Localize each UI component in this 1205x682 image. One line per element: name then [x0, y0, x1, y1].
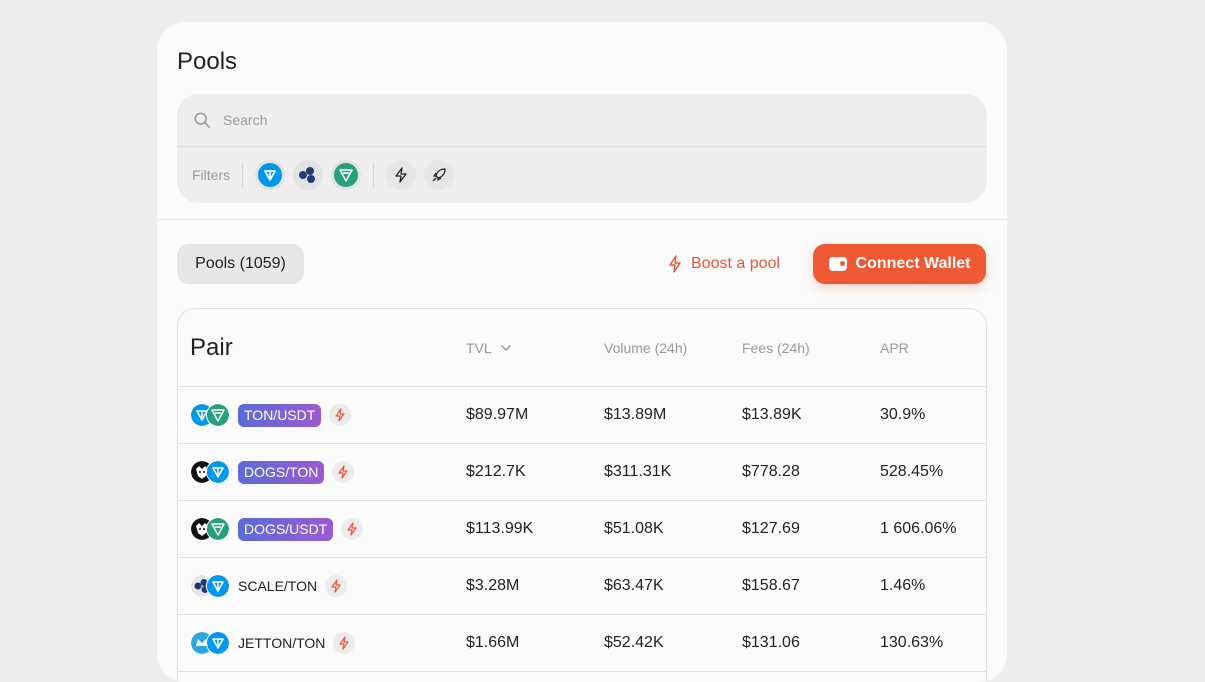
- bolt-icon: [335, 408, 345, 422]
- pair-tag: DOGS/USDT: [238, 517, 334, 541]
- table-row[interactable]: SCALE/TON $3.28M $63.47K $158.67 1.46%: [178, 558, 986, 615]
- pools-card: Pools Filters: [157, 22, 1007, 682]
- table-row[interactable]: JETTON/TON $1.66M $52.42K $131.06 130.63…: [178, 615, 986, 672]
- column-header-tvl[interactable]: TVL: [466, 309, 512, 386]
- filter-new-button[interactable]: [424, 160, 455, 190]
- column-header-volume: Volume (24h): [604, 339, 688, 356]
- column-header-fees: Fees (24h): [742, 339, 810, 356]
- fees-cell: $778.28: [742, 463, 800, 480]
- filter-usdt-button[interactable]: [331, 160, 362, 190]
- fees-cell: $158.67: [742, 577, 800, 594]
- search-icon: [194, 112, 211, 129]
- table-row[interactable]: DOGS/USDT $113.99K $51.08K $127.69 1 606…: [178, 501, 986, 558]
- pools-table: Pair TVL Volume (24h) Fees (24h) APR TON…: [177, 308, 987, 682]
- tvl-cell: $89.97M: [466, 406, 529, 423]
- bolt-icon: [338, 465, 349, 479]
- bolt-icon: [669, 255, 681, 273]
- boosted-badge: [325, 575, 348, 597]
- token-icons: [190, 460, 230, 484]
- pair-name: SCALE/TON: [238, 578, 318, 594]
- fees-cell: $13.89K: [742, 406, 802, 423]
- boosted-badge: [329, 404, 352, 426]
- token-icons: [190, 574, 230, 598]
- filter-ton-button[interactable]: [255, 160, 286, 190]
- pair-name: JETTON/TON: [238, 635, 326, 651]
- apr-cell: 30.9%: [880, 406, 926, 423]
- pair-cell: DOGS/USDT: [190, 501, 364, 557]
- apr-cell: 1 606.06%: [880, 520, 957, 537]
- tvl-cell: $113.99K: [466, 520, 534, 537]
- table-row[interactable]: DOGS/TON $212.7K $311.31K $778.28 528.45…: [178, 444, 986, 501]
- token-icons: [190, 631, 230, 655]
- connect-wallet-label: Connect Wallet: [855, 255, 971, 272]
- usdt-icon: [206, 403, 230, 427]
- page-title: Pools: [177, 48, 238, 75]
- bolt-icon: [331, 579, 341, 593]
- tvl-cell: $212.7K: [466, 463, 526, 480]
- filter-boosted-button[interactable]: [386, 160, 417, 190]
- pair-cell: SCALE/TON: [190, 558, 348, 614]
- connect-wallet-button[interactable]: Connect Wallet: [813, 244, 986, 284]
- ton-icon: [258, 163, 283, 187]
- volume-cell: $63.47K: [604, 577, 664, 594]
- token-icons: [190, 517, 230, 541]
- boosted-badge: [341, 518, 364, 540]
- boost-pool-label: Boost a pool: [691, 255, 780, 272]
- chevron-down-icon: [500, 344, 511, 351]
- volume-cell: $51.08K: [604, 520, 664, 537]
- filter-scale-button[interactable]: [293, 160, 324, 190]
- boosted-badge: [332, 461, 355, 483]
- pair-tag: DOGS/TON: [238, 460, 325, 484]
- divider: [157, 219, 1007, 220]
- boosted-badge: [333, 632, 356, 654]
- apr-cell: 1.46%: [880, 577, 926, 594]
- ton-icon: [206, 631, 230, 655]
- wallet-icon: [828, 257, 847, 271]
- search-panel: Filters: [177, 94, 987, 203]
- bolt-icon: [339, 636, 349, 650]
- table-header: Pair TVL Volume (24h) Fees (24h) APR: [178, 309, 986, 387]
- divider: [242, 162, 244, 188]
- pair-cell: DOGS/TON: [190, 444, 355, 500]
- volume-cell: $311.31K: [604, 463, 672, 480]
- pair-cell: TON/USDT: [190, 387, 352, 443]
- boost-pool-button[interactable]: Boost a pool: [667, 244, 792, 284]
- ton-icon: [206, 460, 230, 484]
- filters-row: Filters: [177, 147, 987, 203]
- fees-cell: $127.69: [742, 520, 800, 537]
- search-row: [177, 94, 987, 146]
- apr-cell: 528.45%: [880, 463, 944, 480]
- pair-tag: TON/USDT: [238, 403, 322, 427]
- filters-label: Filters: [192, 167, 231, 183]
- tvl-cell: $3.28M: [466, 577, 520, 594]
- search-input[interactable]: [221, 111, 925, 129]
- ton-icon: [206, 574, 230, 598]
- volume-cell: $13.89M: [604, 406, 667, 423]
- divider: [373, 162, 375, 188]
- bolt-icon: [395, 167, 407, 183]
- usdt-icon: [334, 163, 359, 187]
- rocket-icon: [432, 168, 446, 182]
- column-header-tvl-label: TVL: [466, 339, 492, 356]
- tab-pools[interactable]: Pools (1059): [177, 244, 304, 284]
- scale-icon: [299, 167, 316, 183]
- usdt-icon: [206, 517, 230, 541]
- table-row[interactable]: TON/USDT $89.97M $13.89M $13.89K 30.9%: [178, 387, 986, 444]
- column-header-apr: APR: [880, 339, 909, 356]
- column-header-pair: Pair: [190, 333, 233, 361]
- token-icons: [190, 403, 230, 427]
- bolt-icon: [347, 522, 357, 536]
